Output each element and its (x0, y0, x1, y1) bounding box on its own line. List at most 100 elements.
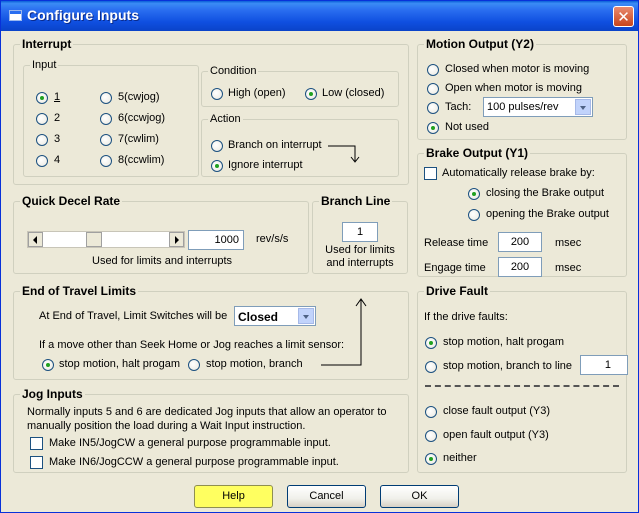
input-3-label: 3 (54, 133, 61, 145)
release-time-input[interactable]: 200 (498, 232, 542, 252)
eot-branch-radio[interactable] (188, 359, 200, 371)
jog-inputs-legend: Jog Inputs (22, 387, 83, 401)
input-2-label: 2 (54, 112, 61, 124)
input-legend: Input (32, 59, 57, 71)
fault-close-output-label: close fault output (Y3) (443, 405, 551, 417)
in5-general-checkbox[interactable] (30, 437, 43, 450)
end-of-travel-legend: End of Travel Limits (22, 284, 137, 298)
auto-release-checkbox[interactable] (424, 167, 437, 180)
eot-halt-label: stop motion, halt progam (59, 358, 181, 370)
fault-open-output-radio[interactable] (425, 430, 437, 442)
branch-line-input[interactable]: 1 (342, 222, 378, 242)
engage-time-label: Engage time (424, 262, 486, 274)
condition-group: Condition (201, 65, 399, 107)
motion-open-radio[interactable] (427, 83, 439, 95)
motion-not-used-radio[interactable] (427, 122, 439, 134)
condition-high-radio[interactable] (211, 88, 223, 100)
fault-branch-label: stop motion, branch to line (443, 360, 573, 372)
drive-fault-legend: Drive Fault (426, 284, 489, 298)
help-button[interactable]: Help (194, 485, 273, 508)
limit-switch-select[interactable]: Closed (234, 306, 316, 326)
quick-decel-legend: Quick Decel Rate (22, 194, 121, 208)
action-ignore-radio[interactable] (211, 160, 223, 172)
brake-output-legend: Brake Output (Y1) (426, 146, 529, 160)
eot-branch-label: stop motion, branch (206, 358, 303, 370)
input-4-radio[interactable] (36, 155, 48, 167)
input-3-radio[interactable] (36, 134, 48, 146)
input-4-label: 4 (54, 154, 61, 166)
brake-opening-radio[interactable] (468, 209, 480, 221)
configure-inputs-dialog: Configure Inputs ✕ Interrupt Input 1 2 3… (0, 0, 639, 513)
quick-decel-slider[interactable] (27, 231, 185, 248)
close-button[interactable]: ✕ (613, 6, 634, 27)
motion-tach-label: Tach: (445, 101, 472, 113)
brake-closing-label: closing the Brake output (486, 187, 605, 199)
fault-branch-line-input[interactable]: 1 (580, 355, 628, 375)
eot-halt-radio[interactable] (42, 359, 54, 371)
action-branch-radio[interactable] (211, 140, 223, 152)
branch-line-note-2: and interrupts (326, 257, 394, 269)
input-1-radio[interactable] (36, 92, 48, 104)
input-8-radio[interactable] (100, 155, 112, 167)
window-title: Configure Inputs (27, 7, 139, 23)
action-branch-label: Branch on interrupt (228, 139, 322, 151)
slider-left-arrow-icon[interactable] (28, 232, 43, 247)
fault-open-output-label: open fault output (Y3) (443, 429, 549, 441)
condition-low-label: Low (closed) (322, 87, 385, 99)
fault-halt-label: stop motion, halt progam (443, 336, 565, 348)
motion-not-used-label: Not used (445, 121, 490, 133)
chevron-down-icon[interactable] (575, 99, 591, 115)
input-6-label: 6(ccwjog) (118, 112, 166, 124)
fault-neither-radio[interactable] (425, 453, 437, 465)
auto-release-label: Automatically release brake by: (442, 167, 595, 179)
action-ignore-label: Ignore interrupt (228, 159, 303, 171)
in5-general-label: Make IN5/JogCW a general purpose program… (49, 437, 331, 449)
limit-switch-label: At End of Travel, Limit Switches will be (39, 310, 228, 322)
branch-line-legend: Branch Line (321, 194, 391, 208)
engage-time-unit: msec (555, 262, 582, 274)
slider-thumb[interactable] (86, 232, 102, 247)
title-bar[interactable]: Configure Inputs ✕ (1, 1, 638, 31)
action-down-arrow-icon (328, 145, 360, 163)
condition-high-label: High (open) (228, 87, 286, 99)
chevron-down-icon[interactable] (298, 308, 314, 324)
brake-closing-radio[interactable] (468, 188, 480, 200)
drive-fault-intro: If the drive faults: (424, 311, 508, 323)
condition-low-radio[interactable] (305, 88, 317, 100)
motion-output-legend: Motion Output (Y2) (426, 37, 534, 51)
input-7-label: 7(cwlim) (118, 133, 159, 145)
fault-divider (425, 385, 619, 387)
fault-close-output-radio[interactable] (425, 406, 437, 418)
release-time-unit: msec (555, 237, 582, 249)
fault-branch-radio[interactable] (425, 361, 437, 373)
quick-decel-note: Used for limits and interrupts (92, 255, 232, 267)
jog-desc-1: Normally inputs 5 and 6 are dedicated Jo… (27, 406, 387, 418)
tach-select[interactable]: 100 pulses/rev (483, 97, 593, 117)
fault-halt-radio[interactable] (425, 337, 437, 349)
motion-tach-radio[interactable] (427, 102, 439, 114)
limit-sensor-text: If a move other than Seek Home or Jog re… (39, 339, 345, 351)
input-5-radio[interactable] (100, 92, 112, 104)
release-time-label: Release time (424, 237, 489, 249)
branch-up-arrow-icon (321, 298, 367, 366)
in6-general-checkbox[interactable] (30, 456, 43, 469)
input-6-radio[interactable] (100, 113, 112, 125)
fault-neither-label: neither (443, 452, 477, 464)
action-legend: Action (210, 113, 241, 125)
input-7-radio[interactable] (100, 134, 112, 146)
input-8-label: 8(ccwlim) (118, 154, 165, 166)
input-5-label: 5(cwjog) (118, 91, 160, 103)
quick-decel-input[interactable]: 1000 (188, 230, 244, 250)
interrupt-legend: Interrupt (22, 37, 72, 51)
limit-switch-value: Closed (238, 310, 279, 324)
ok-button[interactable]: OK (380, 485, 459, 508)
input-2-radio[interactable] (36, 113, 48, 125)
cancel-button[interactable]: Cancel (287, 485, 366, 508)
quick-decel-unit: rev/s/s (256, 233, 289, 245)
slider-right-arrow-icon[interactable] (169, 232, 184, 247)
tach-value: 100 pulses/rev (487, 101, 559, 113)
condition-legend: Condition (210, 65, 257, 77)
engage-time-input[interactable]: 200 (498, 257, 542, 277)
motion-closed-radio[interactable] (427, 64, 439, 76)
window-icon (9, 10, 22, 21)
